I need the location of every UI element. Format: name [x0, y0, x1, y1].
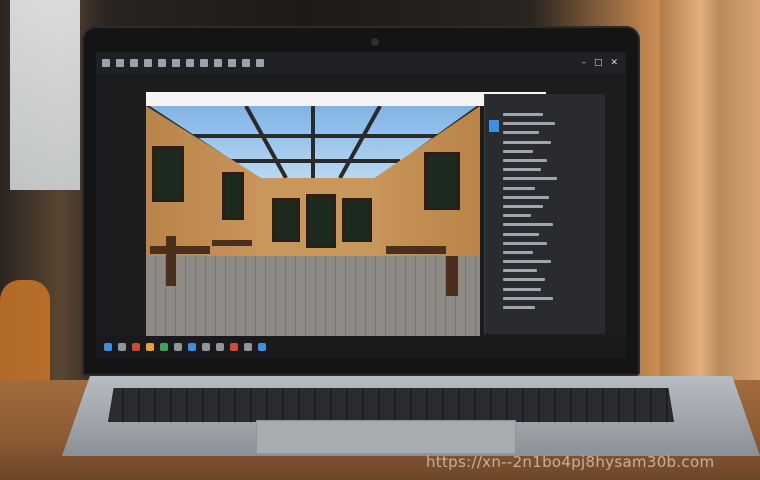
toolbar-icon[interactable] — [144, 59, 152, 67]
taskbar-app-icon[interactable] — [258, 343, 266, 351]
panel-row[interactable] — [497, 220, 605, 229]
trackpad — [256, 420, 516, 454]
taskbar-app-icon[interactable] — [188, 343, 196, 351]
panel-row[interactable] — [497, 257, 605, 266]
toolbar-icon[interactable] — [200, 59, 208, 67]
window-back-1 — [272, 198, 300, 242]
cafe-table — [212, 240, 252, 246]
taskbar — [96, 336, 626, 358]
panel-row[interactable] — [497, 147, 605, 156]
taskbar-app-icon[interactable] — [118, 343, 126, 351]
tiled-floor — [146, 256, 480, 336]
panel-row[interactable] — [497, 138, 605, 147]
panel-row[interactable] — [497, 303, 605, 312]
panel-row[interactable] — [497, 211, 605, 220]
maximize-icon[interactable]: □ — [594, 58, 603, 68]
app-toolbar: – □ ✕ — [96, 52, 626, 74]
background-window-right — [660, 0, 760, 380]
panel-row[interactable] — [497, 184, 605, 193]
panel-row[interactable] — [497, 119, 605, 128]
cafe-table — [386, 246, 446, 254]
minimize-icon[interactable]: – — [581, 58, 586, 68]
toolbar-icon[interactable] — [228, 59, 236, 67]
panel-row[interactable] — [497, 174, 605, 183]
watermark-url: https://xn--2n1bo4pj8hysam30b.com — [426, 453, 715, 471]
panel-row[interactable] — [497, 156, 605, 165]
layer-thumbnail[interactable] — [489, 120, 499, 132]
panel-row[interactable] — [497, 275, 605, 284]
taskbar-app-icon[interactable] — [202, 343, 210, 351]
taskbar-app-icon[interactable] — [244, 343, 252, 351]
taskbar-app-icon[interactable] — [160, 343, 168, 351]
back-door — [306, 194, 336, 248]
panel-row[interactable] — [497, 248, 605, 257]
panel-row[interactable] — [497, 165, 605, 174]
toolbar-icon[interactable] — [158, 59, 166, 67]
panel-row[interactable] — [497, 266, 605, 275]
close-icon[interactable]: ✕ — [610, 58, 618, 68]
toolbar-icon[interactable] — [102, 59, 110, 67]
toolbar-icon[interactable] — [116, 59, 124, 67]
cafe-chair — [166, 236, 176, 286]
cafe-interior-photo — [146, 106, 480, 336]
laptop-screen: – □ ✕ — [96, 52, 626, 358]
window-left-1 — [152, 146, 184, 202]
layers-panel — [484, 94, 605, 334]
cafe-table — [150, 246, 210, 254]
panel-row[interactable] — [497, 128, 605, 137]
keyboard — [108, 388, 674, 422]
taskbar-app-icon[interactable] — [174, 343, 182, 351]
toolbar-icon[interactable] — [130, 59, 138, 67]
start-icon[interactable] — [104, 343, 112, 351]
panel-row[interactable] — [497, 193, 605, 202]
window-left-2 — [222, 172, 244, 220]
taskbar-app-icon[interactable] — [132, 343, 140, 351]
toolbar-icon[interactable] — [186, 59, 194, 67]
panel-row[interactable] — [497, 239, 605, 248]
window-right-1 — [424, 152, 460, 210]
toolbar-icon[interactable] — [242, 59, 250, 67]
toolbar-icon[interactable] — [172, 59, 180, 67]
panel-row[interactable] — [497, 110, 605, 119]
toolbar-icon[interactable] — [214, 59, 222, 67]
panel-row[interactable] — [497, 202, 605, 211]
webcam-icon — [371, 38, 379, 46]
taskbar-app-icon[interactable] — [146, 343, 154, 351]
taskbar-app-icon[interactable] — [216, 343, 224, 351]
taskbar-app-icon[interactable] — [230, 343, 238, 351]
panel-row[interactable] — [497, 294, 605, 303]
window-back-2 — [342, 198, 372, 242]
panel-row[interactable] — [497, 285, 605, 294]
panel-row[interactable] — [497, 229, 605, 238]
toolbar-icon[interactable] — [256, 59, 264, 67]
cafe-chair — [446, 256, 458, 296]
background-window-left — [10, 0, 80, 190]
